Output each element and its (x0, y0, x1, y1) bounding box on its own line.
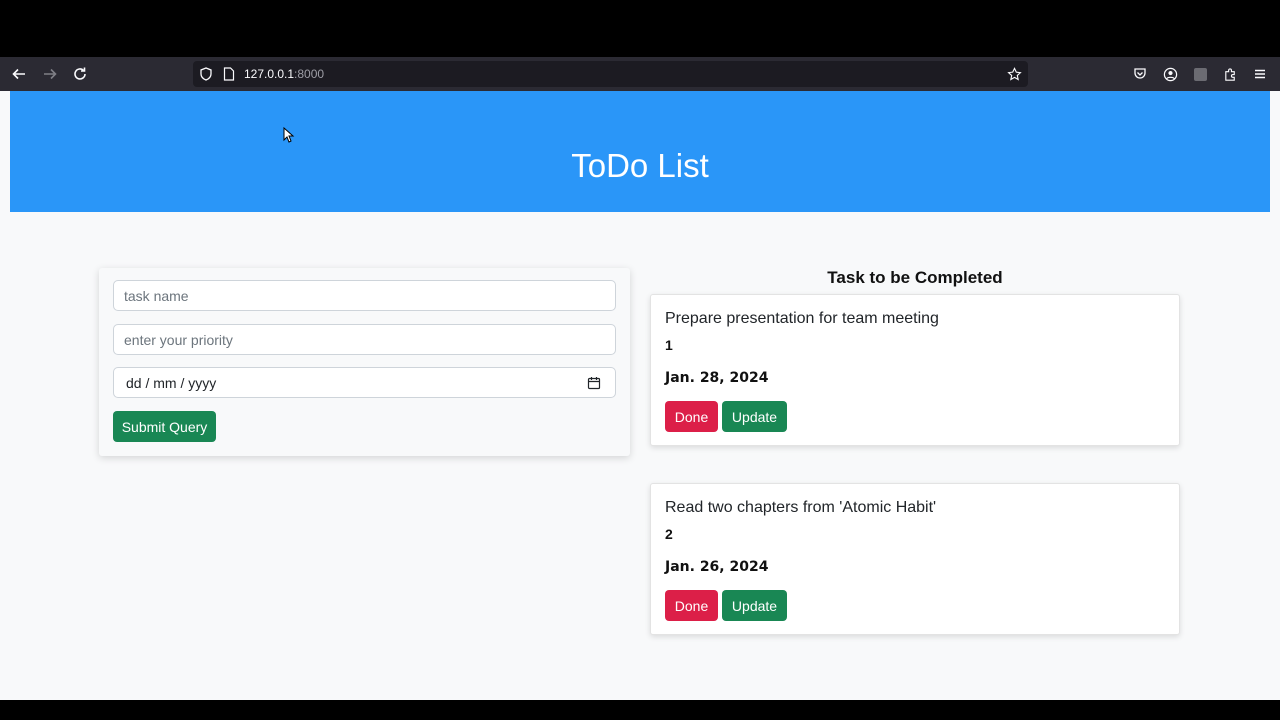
account-button[interactable] (1160, 64, 1180, 84)
url-host: 127.0.0.1 (244, 67, 295, 81)
pocket-button[interactable] (1130, 64, 1150, 84)
task-card: Read two chapters from 'Atomic Habit' 2 … (650, 483, 1180, 635)
extensions-button[interactable] (1220, 64, 1240, 84)
arrow-right-icon (44, 68, 57, 80)
task-name: Prepare presentation for team meeting (665, 310, 939, 327)
page-icon (221, 66, 237, 82)
forward-button[interactable] (40, 64, 60, 84)
reload-button[interactable] (70, 64, 90, 84)
priority-input[interactable]: enter your priority (113, 324, 616, 355)
arrow-left-icon (12, 68, 25, 80)
reload-icon (74, 67, 86, 80)
pocket-icon (1134, 68, 1146, 79)
task-card: Prepare presentation for team meeting 1 … (650, 294, 1180, 446)
mouse-cursor-icon (283, 127, 295, 143)
date-input-value: dd / mm / yyyy (126, 374, 217, 391)
task-list-title: Task to be Completed (827, 268, 1003, 287)
url-text: 127.0.0.1:8000 (244, 67, 324, 81)
task-date: Jan. 28, 2024 (665, 370, 769, 386)
date-input[interactable]: dd / mm / yyyy (113, 367, 616, 398)
back-button[interactable] (9, 64, 29, 84)
extension-square-button[interactable] (1190, 64, 1210, 84)
puzzle-icon (1224, 67, 1235, 81)
page-title: ToDo List (571, 147, 709, 184)
done-button[interactable]: Done (665, 590, 718, 621)
shield-icon[interactable] (198, 66, 214, 82)
calendar-icon[interactable] (587, 376, 601, 390)
add-task-form: task name enter your priority dd / mm / … (99, 268, 630, 456)
task-priority: 2 (665, 526, 673, 542)
url-port: :8000 (294, 67, 325, 81)
page-viewport: ToDo List task name enter your priority … (0, 91, 1280, 700)
bottom-letterbox (0, 700, 1280, 720)
task-date: Jan. 26, 2024 (665, 559, 769, 575)
task-name: Read two chapters from 'Atomic Habit' (665, 499, 937, 516)
bookmark-star-icon[interactable] (1006, 66, 1022, 82)
update-button[interactable]: Update (722, 401, 787, 432)
update-button[interactable]: Update (722, 590, 787, 621)
done-button[interactable]: Done (665, 401, 718, 432)
task-name-input[interactable]: task name (113, 280, 616, 311)
task-priority: 1 (665, 337, 673, 353)
hamburger-menu-icon (1255, 69, 1265, 79)
submit-button[interactable]: Submit Query (113, 411, 216, 442)
extension-square-icon (1193, 67, 1207, 81)
menu-button[interactable] (1250, 64, 1270, 84)
top-letterbox (0, 0, 1280, 57)
header-banner: ToDo List (10, 91, 1270, 212)
url-bar[interactable]: 127.0.0.1:8000 (193, 61, 1028, 87)
account-icon (1163, 67, 1177, 81)
